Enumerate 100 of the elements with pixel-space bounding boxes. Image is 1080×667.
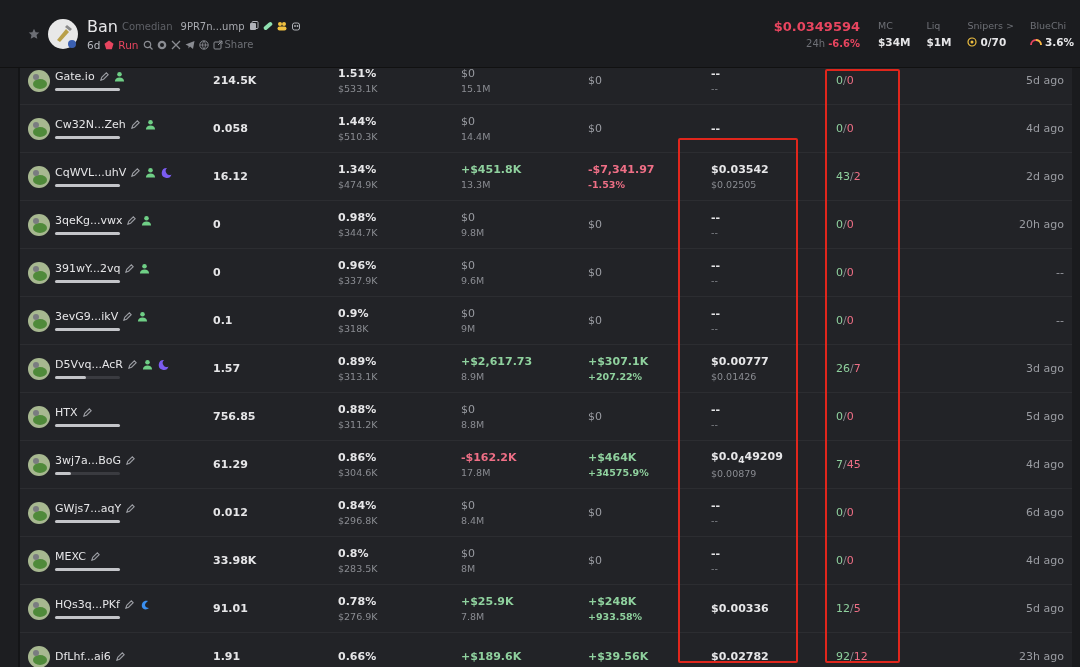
table-cell-text: 0 [213, 266, 222, 279]
table-cell: +$25.9K [461, 595, 514, 608]
table-cell-text: 92/12 [836, 650, 869, 663]
holder-row[interactable]: Cw32N...Zeh 0.058 1.44% $510.3K $0 14.4M $0 -- 0/0 4d ago [20, 105, 1072, 153]
person-icon [139, 263, 151, 274]
wallet-name[interactable]: Cw32N...Zeh [55, 118, 126, 131]
gauge-icon [1029, 37, 1042, 46]
wallet-name[interactable]: 3evG9...ikV [55, 310, 119, 323]
star-icon[interactable] [28, 27, 40, 40]
share-icon[interactable] [212, 39, 223, 50]
table-cell: +207.22% [588, 371, 643, 382]
circle-icon[interactable] [156, 39, 167, 50]
table-cell: $296.8K [338, 515, 378, 526]
table-cell-text: 0.1 [213, 314, 234, 327]
table-cell: $0 [588, 554, 602, 567]
avatar-icon [28, 645, 50, 667]
table-cell: $0 [588, 218, 602, 231]
table-cell-text: 214.5K [213, 74, 258, 87]
holder-row[interactable]: CqWVL...uhV 16.12 1.34% $474.9K +$451.8K 13.3M -$7,341.97 -1.53% $0.03542 $0.02505 43/2 2d ago [20, 153, 1072, 201]
stat-label[interactable]: Snipers > [967, 19, 1014, 31]
holder-row[interactable]: HQs3q...PKf 91.01 0.78% $276.9K +$25.9K 7.8M +$248K +933.58% $0.00336 12/5 5d ago [20, 585, 1072, 633]
table-cell-text: 20h ago [1018, 218, 1064, 231]
wallet-name[interactable]: MEXC [55, 550, 86, 563]
wallet-name[interactable]: HQs3q...PKf [55, 598, 120, 611]
table-cell: $0 [588, 266, 602, 279]
pencil-icon[interactable] [127, 359, 138, 370]
token-name: Ban [87, 16, 118, 36]
pencil-icon[interactable] [122, 311, 134, 322]
holder-row[interactable]: Gate.io 214.5K 1.51% $533.1K $0 15.1M $0 -- -- 0/0 5d ago [20, 68, 1072, 105]
token-price: $0.0349594 [773, 18, 861, 34]
table-cell: -- [711, 323, 718, 334]
table-cell: 0.84% [338, 499, 377, 512]
pencil-icon[interactable] [124, 263, 136, 274]
table-cell: $311.2K [338, 419, 378, 430]
wallet-name[interactable]: 391wY...2vq [55, 262, 121, 275]
holder-row[interactable]: D5Vvq...AcR 1.57 0.89% $313.1K +$2,617.73 8.9M +$307.1K +207.22% $0.00777 $0.01426 26/7 3d ago [20, 345, 1072, 393]
wallet-name[interactable]: CqWVL...uhV [55, 166, 127, 179]
token-subtitle: Comedian [121, 20, 173, 32]
x-icon[interactable] [170, 39, 181, 50]
wallet-name[interactable]: HTX [55, 406, 78, 419]
table-cell: -- [711, 83, 718, 94]
table-cell: -- [711, 122, 721, 135]
share-button[interactable]: Share [212, 39, 254, 50]
table-cell: +$2,617.73 [461, 355, 533, 368]
price-change: -6.6% [828, 37, 861, 49]
stat-label: BlueChi [1029, 19, 1068, 31]
wallet-name[interactable]: GWjs7...aqY [55, 502, 122, 515]
table-cell: +933.58% [588, 611, 643, 622]
table-cell: 7.8M [461, 611, 485, 622]
holder-row[interactable]: 3qeKg...vwx 0 0.98% $344.7K $0 9.8M $0 -- -- 0/0 20h ago [20, 201, 1072, 249]
table-cell: $0 [588, 74, 602, 87]
holder-row[interactable]: GWjs7...aqY 0.012 0.84% $296.8K $0 8.4M $0 -- -- 0/0 6d ago [20, 489, 1072, 537]
stat-label: Liq [926, 19, 942, 31]
pencil-icon[interactable] [81, 407, 93, 418]
holder-row[interactable]: DfLhf...ai6 1.91 0.66% +$189.6K +$39.56K $0.02782 92/12 23h ago [20, 633, 1072, 667]
table-cell: +$307.1K [588, 355, 649, 368]
table-cell-text: 0.058 [213, 122, 249, 135]
pencil-icon[interactable] [126, 215, 138, 226]
avatar-icon [28, 261, 50, 284]
holder-row[interactable]: HTX 756.85 0.88% $311.2K $0 8.8M $0 -- -- 0/0 5d ago [20, 393, 1072, 441]
pencil-icon[interactable] [98, 71, 110, 82]
wallet-name[interactable]: 3wj7a...BoG [55, 454, 122, 467]
wallet-name[interactable]: Gate.io [55, 70, 95, 83]
pencil-icon[interactable] [125, 503, 137, 514]
holder-row[interactable]: 391wY...2vq 0 0.96% $337.9K $0 9.6M $0 -- -- 0/0 -- [20, 249, 1072, 297]
telegram-icon[interactable] [184, 39, 195, 50]
table-cell-text: 0/0 [836, 74, 855, 87]
table-cell: -- [711, 499, 721, 512]
pencil-icon[interactable] [89, 551, 101, 562]
table-cell: 15.1M [461, 83, 491, 94]
table-cell-text: 2d ago [1025, 170, 1064, 183]
table-cell: -$162.2K [461, 451, 517, 464]
table-cell: 1.44% [338, 115, 377, 128]
pencil-icon[interactable] [130, 167, 142, 178]
table-cell: $0 [461, 547, 475, 560]
pencil-icon[interactable] [125, 455, 137, 466]
avatar-icon [28, 309, 50, 332]
holder-row[interactable]: 3evG9...ikV 0.1 0.9% $318K $0 9M $0 -- -- 0/0 -- [20, 297, 1072, 345]
copy-icon[interactable] [248, 21, 259, 31]
table-cell: $0 [588, 410, 602, 423]
holder-row[interactable]: MEXC 33.98K 0.8% $283.5K $0 8M $0 -- -- 0/0 4d ago [20, 537, 1072, 585]
table-cell: $0.00777 [711, 355, 769, 368]
table-cell: -- [711, 211, 721, 224]
table-cell: $304.6K [338, 467, 378, 478]
wallet-name[interactable]: DfLhf...ai6 [55, 650, 111, 663]
table-cell: 0.78% [338, 595, 377, 608]
contract-address[interactable]: 9PR7n...ump [180, 20, 245, 32]
wallet-name[interactable]: 3qeKg...vwx [55, 214, 123, 227]
holder-row[interactable]: 3wj7a...BoG 61.29 0.86% $304.6K -$162.2K 17.8M +$464K +34575.9% $0.0$_{4}$49209 $0.00879 7/45 4d ago [20, 441, 1072, 489]
table-cell-text: 5d ago [1025, 74, 1064, 87]
pencil-icon[interactable] [123, 599, 135, 610]
pencil-icon[interactable] [114, 651, 126, 662]
wallet-name[interactable]: D5Vvq...AcR [55, 358, 123, 371]
table-cell: $344.7K [338, 227, 378, 238]
stat-value: 3.6% [1044, 35, 1074, 48]
globe-icon[interactable] [198, 39, 209, 50]
search-icon[interactable] [142, 39, 153, 50]
pencil-icon[interactable] [129, 119, 141, 130]
person-icon [141, 215, 153, 226]
table-cell: $0 [461, 403, 475, 416]
